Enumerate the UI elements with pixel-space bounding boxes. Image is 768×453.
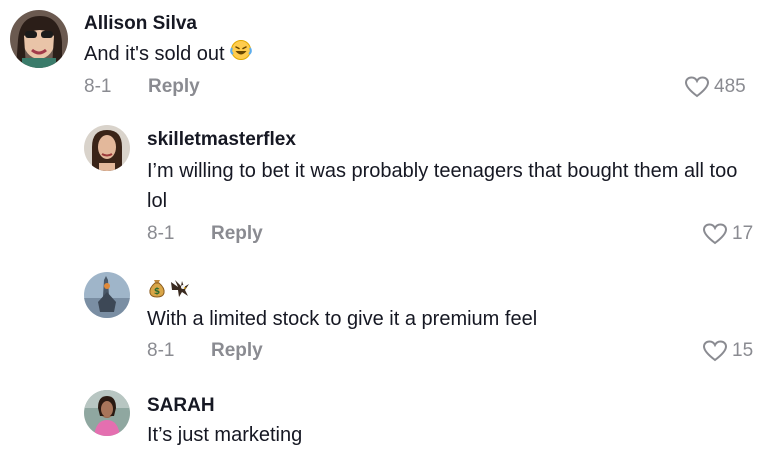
comment-date: 8-1 bbox=[84, 76, 112, 97]
reply-button[interactable]: Reply bbox=[211, 340, 263, 362]
avatar[interactable] bbox=[10, 10, 68, 68]
reply-button[interactable]: Reply bbox=[148, 76, 200, 98]
like-count: 15 bbox=[732, 340, 754, 361]
like-button[interactable]: 17 bbox=[702, 222, 753, 246]
heart-icon bbox=[702, 340, 728, 362]
money-bag-emoji-icon: $ bbox=[147, 278, 167, 303]
comment-username[interactable]: SARAH bbox=[147, 395, 215, 417]
laughing-tears-emoji-icon bbox=[230, 39, 252, 70]
like-button[interactable]: 15 bbox=[702, 339, 753, 363]
like-button[interactable]: 485 bbox=[684, 75, 746, 99]
comment-username[interactable]: skilletmasterflex bbox=[147, 129, 296, 151]
comment-text: It’s just marketing bbox=[147, 424, 303, 446]
comment-text-content: And it's sold out bbox=[84, 43, 225, 65]
comment-username[interactable]: $ bbox=[147, 278, 191, 303]
avatar[interactable] bbox=[84, 125, 130, 171]
comment-text: With a limited stock to give it a premiu… bbox=[147, 308, 538, 330]
heart-icon bbox=[684, 76, 710, 98]
avatar[interactable] bbox=[84, 272, 130, 318]
like-count: 485 bbox=[714, 76, 746, 97]
comment-date: 8-1 bbox=[147, 340, 175, 361]
comment-username[interactable]: Allison Silva bbox=[84, 13, 197, 35]
svg-text:$: $ bbox=[154, 287, 160, 297]
comment-text: I’m willing to bet it was probably teena… bbox=[147, 160, 738, 212]
comment-date: 8-1 bbox=[147, 223, 175, 244]
avatar[interactable] bbox=[84, 390, 130, 436]
eagle-emoji-icon bbox=[169, 278, 191, 303]
heart-icon bbox=[702, 223, 728, 245]
reply-button[interactable]: Reply bbox=[211, 223, 263, 245]
like-count: 17 bbox=[732, 223, 754, 244]
comment-text: And it's sold out bbox=[84, 39, 252, 70]
